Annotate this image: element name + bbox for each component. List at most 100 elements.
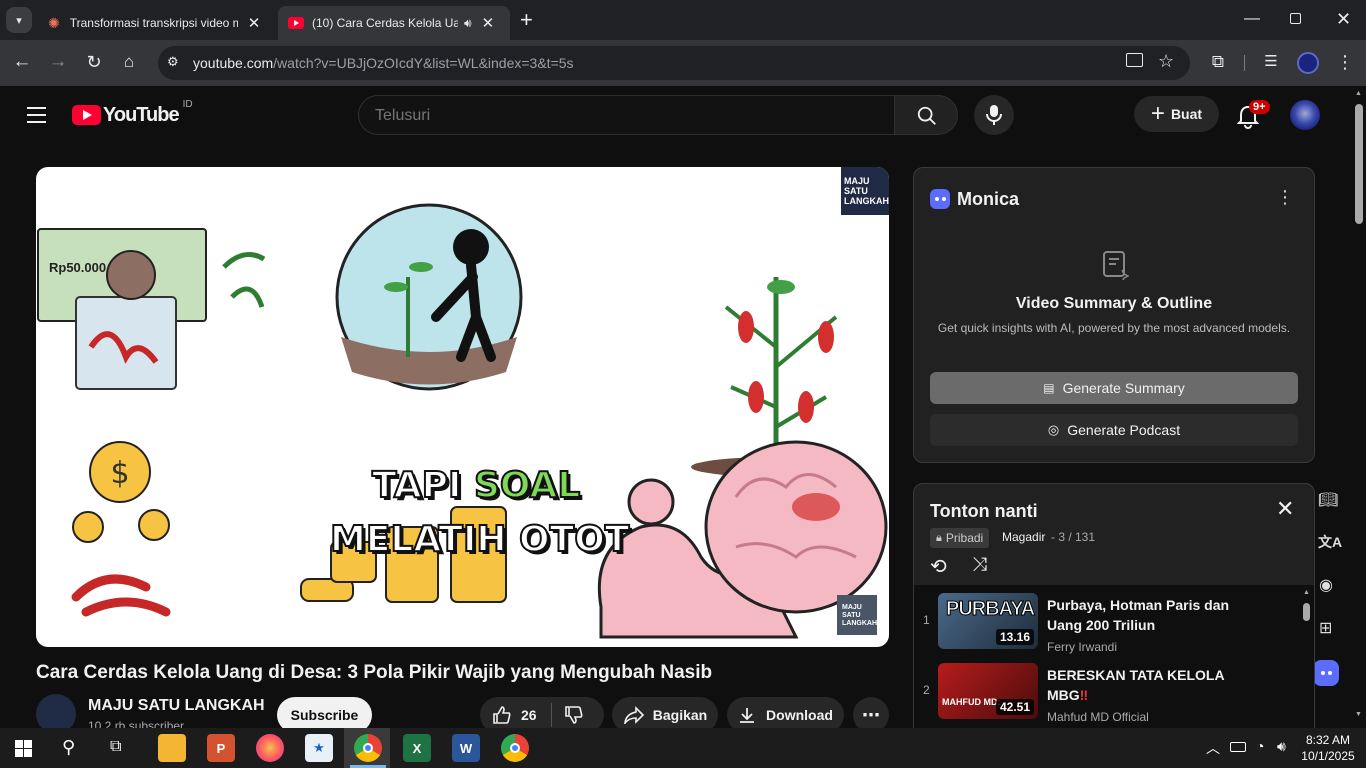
home-icon[interactable]: ⌂ <box>118 52 140 72</box>
address-bar[interactable]: ⚙ youtube.com/watch?v=UBJjOzOIcdY&list=W… <box>158 46 1190 80</box>
scroll-up-arrow-icon[interactable]: ▲ <box>1355 90 1362 97</box>
install-app-icon[interactable] <box>1126 53 1143 67</box>
taskbar-search-icon[interactable]: ⚲ <box>62 737 75 758</box>
duration-badge: 13.16 <box>995 629 1034 645</box>
summary-button-label: Generate Summary <box>1062 380 1185 396</box>
generate-summary-button[interactable]: ▤ Generate Summary <box>930 372 1298 404</box>
reading-book-icon[interactable]: 📖︎ <box>1318 490 1338 510</box>
playlist-panel: Tonton nanti ✕ 🔒︎ Pribadi Magadir - 3 / … <box>913 483 1315 728</box>
extensions-puzzle-icon[interactable]: ⧉ <box>1207 52 1229 72</box>
account-avatar[interactable] <box>1290 100 1320 130</box>
channel-avatar[interactable] <box>36 694 76 728</box>
dislike-button[interactable] <box>552 705 584 725</box>
brand-watermark-bottom: MAJU SATU LANGKAH <box>842 604 877 628</box>
download-button[interactable]: Download <box>727 697 844 728</box>
star-app-icon[interactable]: ★ <box>305 734 333 762</box>
youtube-logo[interactable]: YouTube ID <box>72 99 193 127</box>
site-info-icon[interactable]: ⚙ <box>167 54 179 70</box>
playlist-scroll-thumb[interactable] <box>1303 603 1310 621</box>
share-button[interactable]: Bagikan <box>612 697 718 728</box>
scroll-down-arrow-icon[interactable]: ▼ <box>1355 711 1362 718</box>
youtube-play-icon <box>72 105 101 125</box>
privacy-label: Pribadi <box>945 531 984 545</box>
firefox-icon[interactable] <box>256 734 284 762</box>
profile-avatar[interactable] <box>1297 52 1319 74</box>
file-explorer-icon[interactable] <box>158 734 186 762</box>
word-icon[interactable]: W <box>452 734 480 762</box>
volume-icon[interactable]: 🔊︎ <box>1277 738 1286 755</box>
item-title[interactable]: BERESKAN TATA KELOLA MBG‼ <box>1047 665 1247 705</box>
monica-menu-icon[interactable]: ⋮ <box>1276 187 1294 208</box>
video-thumbnail[interactable]: PURBAYA 13.16 <box>938 593 1038 649</box>
tab-search-button[interactable]: ▾ <box>6 7 32 33</box>
monica-launcher-icon[interactable] <box>1313 660 1339 686</box>
notification-badge: 9+ <box>1249 100 1270 114</box>
speaker-icon[interactable]: 🔊︎ <box>464 16 472 31</box>
battery-icon[interactable] <box>1230 742 1246 752</box>
channel-name[interactable]: MAJU SATU LANGKAH <box>88 697 265 715</box>
reload-icon[interactable]: ↻ <box>83 52 105 72</box>
page-scrollbar[interactable]: ▲ ▼ <box>1352 86 1366 728</box>
search-icon <box>917 106 936 125</box>
money-value-label: Rp50.000 <box>49 260 107 275</box>
tab-transkripsi[interactable]: ✺ Transformasi transkripsi video m ✕ <box>38 6 274 40</box>
clock[interactable]: 8:32 AM 10/1/2025 <box>1300 732 1356 764</box>
star-bookmark-icon[interactable]: ☆ <box>1158 51 1174 72</box>
scroll-thumb[interactable] <box>1355 104 1363 224</box>
search-button[interactable] <box>894 95 958 135</box>
excel-icon[interactable]: X <box>403 734 431 762</box>
subscribe-button[interactable]: Subscribe <box>277 697 372 728</box>
search-input[interactable] <box>375 105 875 127</box>
media-control-icon[interactable]: ☰ <box>1260 52 1282 72</box>
create-button[interactable]: + Buat <box>1134 96 1219 132</box>
voice-search-button[interactable] <box>974 95 1014 135</box>
shuffle-icon[interactable]: ⤨ <box>972 554 987 576</box>
playlist-scrollbar[interactable]: ▲ <box>1302 589 1310 728</box>
video-thumbnail[interactable]: MAHFUD MD: 42.51 <box>938 663 1038 719</box>
download-label: Download <box>766 707 833 723</box>
summary-doc-icon: ▤ <box>1043 381 1055 395</box>
close-icon[interactable]: ✕ <box>248 14 261 32</box>
video-player[interactable]: $ Rp50.000 TAPI SOAL MELATIH OTOT MAJU S… <box>36 167 889 647</box>
chrome-profile-icon[interactable] <box>501 734 529 762</box>
toolbar-divider <box>1244 55 1245 71</box>
back-arrow-icon[interactable]: ← <box>11 52 33 72</box>
playlist-list: 1 PURBAYA 13.16 Purbaya, Hotman Paris da… <box>914 585 1314 728</box>
translate-icon[interactable]: 文A <box>1318 532 1342 552</box>
sparkle-icon: ✺ <box>48 14 60 31</box>
chrome-icon[interactable] <box>354 734 382 762</box>
download-icon <box>740 708 755 723</box>
playlist-owner[interactable]: Magadir <box>1002 530 1045 544</box>
item-title[interactable]: Purbaya, Hotman Paris dan Uang 200 Trili… <box>1047 595 1247 635</box>
loop-icon[interactable]: ⟲ <box>930 554 947 579</box>
playlist-close-icon[interactable]: ✕ <box>1276 496 1294 522</box>
windows-start-icon[interactable] <box>15 740 32 757</box>
task-view-icon[interactable]: ⧉ <box>110 738 121 756</box>
new-tab-plus-icon[interactable]: + <box>520 9 533 31</box>
restore-icon[interactable] <box>1290 13 1301 24</box>
caption-tapi: TAPI <box>371 464 474 507</box>
wifi-icon[interactable]: ◔ <box>1256 738 1264 754</box>
minimize-icon[interactable]: — <box>1244 10 1260 28</box>
powerpoint-icon[interactable]: P <box>207 734 235 762</box>
forward-arrow-icon[interactable]: → <box>47 52 69 72</box>
search-box[interactable] <box>358 95 895 135</box>
more-actions-button[interactable]: ⋯ <box>853 697 889 728</box>
clock-date: 10/1/2025 <box>1301 749 1355 763</box>
generate-podcast-button[interactable]: ◎ Generate Podcast <box>930 414 1298 446</box>
playlist-title[interactable]: Tonton nanti <box>930 501 1038 522</box>
browser-menu-icon[interactable]: ⋮ <box>1334 52 1356 72</box>
list-item[interactable]: 1 PURBAYA 13.16 Purbaya, Hotman Paris da… <box>914 593 1314 661</box>
lock-icon: 🔒︎ <box>936 531 942 544</box>
hamburger-menu-icon[interactable] <box>27 107 46 123</box>
tab-youtube-active[interactable]: (10) Cara Cerdas Kelola Uang 🔊︎ ✕ <box>278 6 510 40</box>
close-icon[interactable]: ✕ <box>482 14 495 32</box>
like-count: 26 <box>521 707 537 723</box>
tray-chevron-up-icon[interactable]: ︿ <box>1206 738 1220 758</box>
notifications-button[interactable]: 9+ <box>1235 100 1270 129</box>
window-close-icon[interactable]: ✕ <box>1336 9 1351 30</box>
like-button[interactable]: 26 <box>480 705 537 725</box>
list-item[interactable]: 2 MAHFUD MD: 42.51 BERESKAN TATA KELOLA … <box>914 663 1314 728</box>
apps-grid-icon[interactable]: ⊞ <box>1319 618 1332 638</box>
podcast-broadcast-icon[interactable]: ◉ <box>1319 575 1333 595</box>
